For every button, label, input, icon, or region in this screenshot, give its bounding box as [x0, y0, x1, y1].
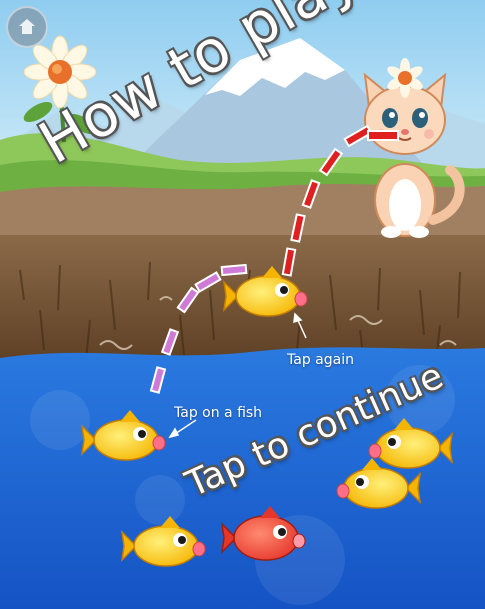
hint-tap-again: Tap again — [287, 352, 354, 368]
hint-tap-fish: Tap on a fish — [174, 405, 263, 421]
home-icon — [19, 19, 35, 34]
how-to-play-screen[interactable]: How to play Tap on a fish Tap again Tap … — [0, 0, 485, 609]
home-button[interactable] — [6, 6, 48, 48]
